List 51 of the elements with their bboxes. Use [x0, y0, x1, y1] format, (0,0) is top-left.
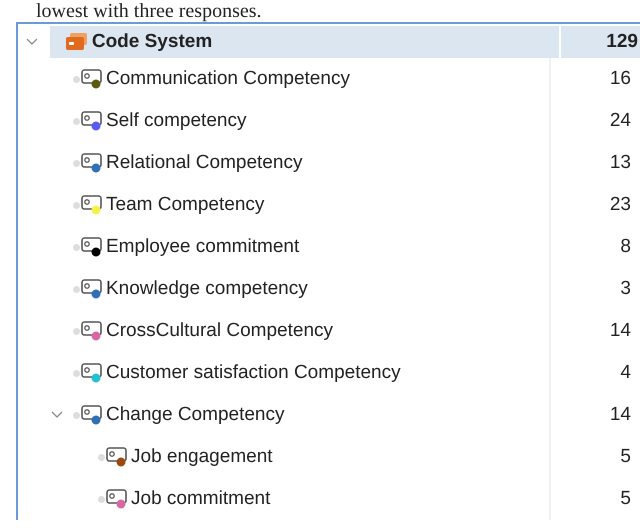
code-label[interactable]: Job engagement: [131, 446, 273, 468]
bullet-icon: [73, 118, 80, 124]
root-count: 129: [558, 26, 640, 58]
bullet-icon: [73, 328, 80, 334]
code-label[interactable]: Customer satisfaction Competency: [106, 362, 401, 384]
code-tag-icon: [81, 152, 103, 174]
code-tag-icon: [81, 362, 103, 384]
code-label[interactable]: Relational Competency: [106, 152, 302, 174]
segment-count: 4: [549, 352, 633, 394]
bullet-icon: [73, 286, 80, 292]
code-tag-icon: [81, 236, 103, 258]
segment-count: 16: [549, 58, 633, 100]
segment-count: 5: [549, 436, 633, 478]
code-label[interactable]: Communication Competency: [106, 68, 350, 90]
code-label[interactable]: Self competency: [106, 110, 246, 132]
code-label[interactable]: Knowledge competency: [106, 278, 308, 300]
bullet-icon: [73, 244, 80, 250]
bullet-icon: [73, 412, 80, 418]
root-label: Code System: [92, 31, 212, 53]
chevron-icon[interactable]: [26, 38, 38, 46]
code-label[interactable]: CrossCultural Competency: [106, 320, 334, 342]
root-row[interactable]: Code System: [50, 26, 559, 58]
segment-count: 14: [549, 394, 633, 436]
code-tag-icon: [81, 194, 103, 216]
segment-count: 23: [549, 184, 633, 226]
segment-count: 3: [549, 268, 633, 310]
bullet-icon: [73, 76, 80, 82]
segment-count: 14: [549, 310, 633, 352]
bullet-icon: [73, 370, 80, 376]
code-tag-icon: [81, 278, 103, 300]
bullet-icon: [98, 496, 105, 502]
caption-text: lowest with three responses.: [35, 0, 263, 22]
code-tag-icon: [106, 488, 128, 510]
code-label[interactable]: Job commitment: [131, 488, 270, 510]
segment-count: 5: [549, 478, 633, 520]
bullet-icon: [73, 202, 80, 208]
code-tag-icon: [81, 110, 103, 132]
code-label[interactable]: Team Competency: [106, 194, 264, 216]
code-tag-icon: [81, 68, 103, 90]
bullet-icon: [98, 454, 105, 460]
segment-count: 8: [549, 226, 633, 268]
segment-count: 13: [549, 142, 633, 184]
code-label[interactable]: Employee commitment: [106, 236, 300, 258]
code-label[interactable]: Change Competency: [106, 404, 284, 426]
code-tag-icon: [81, 404, 103, 426]
code-system-icon: [66, 33, 88, 51]
code-tag-icon: [81, 320, 103, 342]
segment-count: 24: [549, 100, 633, 142]
bullet-icon: [73, 160, 80, 166]
code-tag-icon: [106, 446, 128, 468]
chevron-icon[interactable]: [51, 411, 63, 419]
